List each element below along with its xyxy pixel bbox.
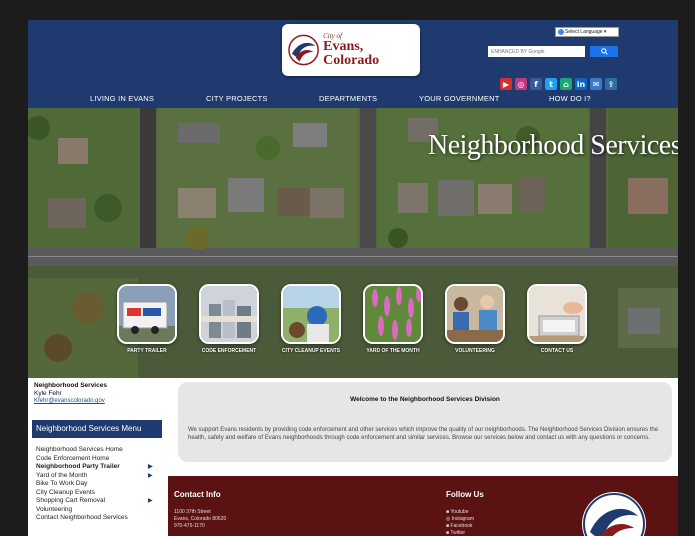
sidebar-item-label: Neighborhood Services Home xyxy=(36,446,123,453)
sidebar-item-volunteering[interactable]: Volunteering xyxy=(36,506,164,515)
browser-frame: City of Evans, Colorado Select Language … xyxy=(0,0,695,536)
contact-email-link[interactable]: Kfehr@evanscolorado.gov xyxy=(34,398,105,404)
tile-label: PARTY TRAILER xyxy=(127,348,167,354)
hero-banner: Neighborhood Services PARTY TRAILER CODE… xyxy=(28,108,678,378)
sidebar: Neighborhood Services Kyle Fehr Kfehr@ev… xyxy=(28,378,168,536)
address-line: 1100 37th Street xyxy=(174,509,211,515)
main-nav: LIVING IN EVANS CITY PROJECTS DEPARTMENT… xyxy=(28,94,678,108)
sidebar-menu: Neighborhood Services Home Code Enforcem… xyxy=(36,446,164,523)
tile-label: VOLUNTEERING xyxy=(455,348,495,354)
tile-label: YARD OF THE MONTH xyxy=(366,348,420,354)
google-icon xyxy=(558,28,564,35)
chevron-right-icon: ▶ xyxy=(148,464,153,470)
welcome-panel: Welcome to the Neighborhood Services Div… xyxy=(178,382,672,462)
nextdoor-icon[interactable]: ⌂ xyxy=(560,78,572,90)
footer-social-links: ■ Youtube ◎ Instagram ■ Facebook ■ Twitt… xyxy=(446,509,474,536)
sidebar-item-contact-neighborhood-services[interactable]: Contact Neighborhood Services xyxy=(36,514,164,523)
volunteering-image xyxy=(445,284,505,344)
sidebar-item-party-trailer[interactable]: Neighborhood Party Trailer ▶ xyxy=(36,463,164,472)
sidebar-item-label: Bike To Work Day xyxy=(36,480,88,487)
search-button[interactable] xyxy=(590,46,618,57)
contact-name: Kyle Fehr xyxy=(34,390,62,397)
site-footer: Contact Info 1100 37th Street Evans, Col… xyxy=(168,476,678,536)
sidebar-item-bike-to-work-day[interactable]: Bike To Work Day xyxy=(36,480,164,489)
nav-living-in-evans[interactable]: LIVING IN EVANS xyxy=(90,94,154,103)
linkedin-icon[interactable]: in xyxy=(575,78,587,90)
chevron-right-icon: ▶ xyxy=(148,498,153,504)
sidebar-item-city-cleanup-events[interactable]: City Cleanup Events xyxy=(36,489,164,498)
footer-link-facebook[interactable]: ■ Facebook xyxy=(446,523,474,530)
footer-link-label: Youtube xyxy=(450,509,469,515)
footer-follow-heading: Follow Us xyxy=(446,490,484,499)
tile-code-enforcement[interactable]: CODE ENFORCEMENT xyxy=(198,284,260,368)
tile-label: CITY CLEANUP EVENTS xyxy=(281,348,341,354)
sidebar-item-label: Yard of the Month xyxy=(36,471,88,479)
sidebar-item-code-enforcement-home[interactable]: Code Enforcement Home xyxy=(36,455,164,464)
youtube-icon[interactable]: ▶ xyxy=(500,78,512,90)
tile-volunteering[interactable]: VOLUNTEERING xyxy=(444,284,506,368)
sidebar-item-label: City Cleanup Events xyxy=(36,488,95,496)
footer-link-youtube[interactable]: ■ Youtube xyxy=(446,509,474,516)
sidebar-item-label: Contact Neighborhood Services xyxy=(36,514,128,521)
tile-party-trailer[interactable]: PARTY TRAILER xyxy=(116,284,178,368)
language-select-label: Select Language xyxy=(565,29,603,35)
hero-title: Neighborhood Services xyxy=(428,130,678,161)
city-cleanup-image xyxy=(281,284,341,344)
facebook-icon[interactable]: f xyxy=(530,78,542,90)
search-input[interactable] xyxy=(488,46,585,57)
contact-us-image xyxy=(527,284,587,344)
footer-link-twitter[interactable]: ■ Twitter xyxy=(446,530,474,536)
sidebar-item-shopping-cart-removal[interactable]: Shopping Cart Removal ▶ xyxy=(36,497,164,506)
tile-label: CODE ENFORCEMENT xyxy=(201,348,257,354)
language-select[interactable]: Select Language ▾ xyxy=(555,27,619,37)
sidebar-item-label: Neighborhood Party Trailer xyxy=(36,463,120,470)
web-page: City of Evans, Colorado Select Language … xyxy=(28,20,678,536)
logo-big-text: Evans, Colorado xyxy=(323,38,380,68)
footer-address: 1100 37th Street Evans, Colorado 80620 9… xyxy=(174,509,226,530)
tile-contact-us[interactable]: CONTACT US xyxy=(526,284,588,368)
footer-link-label: Twitter xyxy=(450,530,466,536)
sidebar-item-neighborhood-services-home[interactable]: Neighborhood Services Home xyxy=(36,446,164,455)
swoosh-logo-icon xyxy=(583,493,645,536)
swoosh-logo-icon xyxy=(288,34,319,66)
nav-your-government[interactable]: YOUR GOVERNMENT xyxy=(419,94,500,103)
tile-yard-of-the-month[interactable]: YARD OF THE MONTH xyxy=(362,284,424,368)
welcome-body: We support Evans residents by providing … xyxy=(188,427,659,441)
search-icon xyxy=(600,48,608,55)
yard-of-month-image xyxy=(363,284,423,344)
tile-city-cleanup-events[interactable]: CITY CLEANUP EVENTS xyxy=(280,284,342,368)
nav-departments[interactable]: DEPARTMENTS xyxy=(319,94,377,103)
phone-number: 970-475-1170 xyxy=(174,523,205,529)
welcome-title: Welcome to the Neighborhood Services Div… xyxy=(350,396,500,403)
footer-link-instagram[interactable]: ◎ Instagram xyxy=(446,516,474,523)
footer-contact-heading: Contact Info xyxy=(174,490,221,499)
sidebar-item-yard-of-the-month[interactable]: Yard of the Month ▶ xyxy=(36,472,164,481)
instagram-icon[interactable]: ◎ xyxy=(515,78,527,90)
city-seal-logo xyxy=(582,492,646,536)
nav-city-projects[interactable]: CITY PROJECTS xyxy=(206,94,268,103)
city-logo[interactable]: City of Evans, Colorado xyxy=(282,24,420,76)
share-icon[interactable]: ⇪ xyxy=(605,78,617,90)
nav-how-do-i[interactable]: HOW DO I? xyxy=(549,94,591,103)
footer-link-label: Facebook xyxy=(450,523,473,529)
site-header: City of Evans, Colorado Select Language … xyxy=(28,20,678,110)
social-icons: ▶ ◎ f t ⌂ in ✉ ⇪ xyxy=(500,78,617,90)
sidebar-item-label: Code Enforcement Home xyxy=(36,454,110,462)
sidebar-title: Neighborhood Services xyxy=(34,382,107,389)
sidebar-item-label: Volunteering xyxy=(36,505,73,513)
sidebar-menu-heading: Neighborhood Services Menu xyxy=(32,420,162,438)
address-line: Evans, Colorado 80620 xyxy=(174,516,227,522)
footer-link-label: Instagram xyxy=(451,516,474,522)
chevron-right-icon: ▶ xyxy=(148,472,153,479)
tile-label: CONTACT US xyxy=(540,348,574,354)
email-icon[interactable]: ✉ xyxy=(590,78,602,90)
code-enforcement-image xyxy=(199,284,259,344)
party-trailer-image xyxy=(117,284,177,344)
sidebar-item-label: Shopping Cart Removal xyxy=(36,497,106,504)
twitter-icon[interactable]: t xyxy=(545,78,557,90)
